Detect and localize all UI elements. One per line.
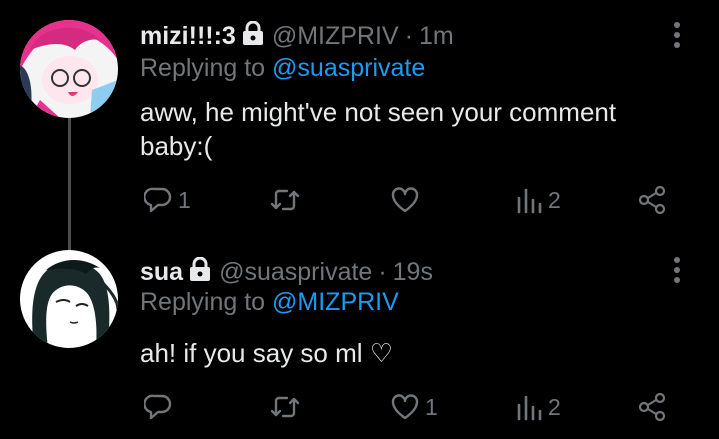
share-icon — [638, 186, 666, 214]
heart-icon — [391, 394, 419, 420]
replying-to-label: Replying to — [140, 288, 266, 316]
views-count: 2 — [548, 393, 561, 420]
views-icon — [517, 188, 542, 214]
avatar[interactable] — [20, 20, 118, 118]
like-button[interactable] — [391, 183, 425, 217]
handle[interactable]: @suasprivate — [219, 258, 372, 287]
reply-mention-link[interactable]: @MIZPRIV — [272, 288, 399, 316]
thread-line — [68, 118, 71, 250]
tweet-text: aww, he might've not seen your comment b… — [140, 97, 617, 161]
retweet-icon — [270, 189, 300, 211]
timestamp[interactable]: 19s — [393, 258, 433, 287]
retweet-button[interactable] — [270, 390, 306, 424]
views-button[interactable]: 2 — [516, 183, 561, 217]
timestamp[interactable]: 1m — [419, 22, 454, 51]
separator-dot: · — [378, 257, 387, 286]
replying-to: Replying to @MIZPRIV — [140, 288, 399, 317]
like-count: 1 — [425, 393, 438, 420]
reply-icon — [144, 187, 172, 213]
more-vertical-icon[interactable] — [667, 20, 687, 50]
like-button[interactable]: 1 — [391, 390, 438, 424]
replying-to-label: Replying to — [140, 54, 266, 82]
replying-to: Replying to @suasprivate — [140, 54, 425, 83]
more-vertical-icon[interactable] — [667, 255, 687, 285]
views-icon — [517, 395, 542, 421]
reply-button[interactable]: 1 — [144, 183, 191, 217]
reply-button[interactable] — [144, 390, 178, 424]
reply-count: 1 — [178, 186, 191, 213]
retweet-icon — [270, 396, 300, 418]
action-bar: 1 2 — [140, 183, 680, 217]
lock-icon — [189, 256, 211, 288]
heart-icon — [391, 187, 419, 213]
handle[interactable]: @MIZPRIV — [272, 22, 399, 51]
reply-mention-link[interactable]: @suasprivate — [272, 54, 425, 82]
action-bar: 1 2 — [140, 390, 680, 424]
share-button[interactable] — [638, 183, 666, 217]
share-button[interactable] — [638, 390, 666, 424]
display-name[interactable]: sua — [140, 258, 183, 287]
views-button[interactable]: 2 — [516, 390, 561, 424]
avatar[interactable] — [20, 250, 118, 348]
tweet-text: ah! if you say so ml ♡ — [140, 338, 394, 368]
retweet-button[interactable] — [270, 183, 306, 217]
share-icon — [638, 393, 666, 421]
lock-icon — [242, 20, 264, 52]
views-count: 2 — [548, 186, 561, 213]
reply-icon — [144, 394, 172, 420]
display-name[interactable]: mizi!!!:3 — [140, 22, 236, 51]
separator-dot: · — [404, 21, 413, 50]
